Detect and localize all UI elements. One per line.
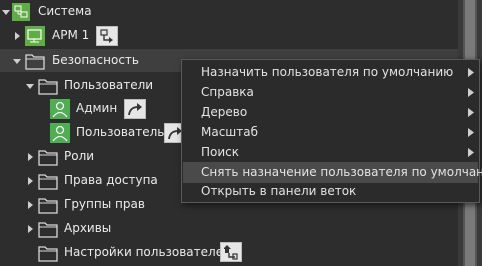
collapsed-triangle-icon[interactable]: [26, 225, 34, 233]
network-icon: [11, 2, 31, 22]
collapsed-triangle-icon[interactable]: [26, 177, 34, 185]
menu-item-assign-default-user[interactable]: Назначить пользователя по умолчанию: [183, 62, 478, 83]
tree-label-system: Система: [38, 4, 92, 18]
menu-item-label: Поиск: [201, 145, 240, 159]
user-icon: [50, 123, 70, 143]
menu-item-search[interactable]: Поиск: [183, 142, 478, 163]
menu-item-scale[interactable]: Масштаб: [183, 122, 478, 143]
user-icon: [50, 99, 70, 119]
folder-icon: [38, 76, 58, 96]
folder-icon: [25, 51, 45, 71]
menu-item-help[interactable]: Справка: [183, 82, 478, 103]
user-settings-action-button[interactable]: [220, 242, 242, 262]
arm-action-button[interactable]: [96, 26, 118, 46]
folder-icon: [38, 171, 58, 191]
arrow-link-icon: [128, 103, 142, 116]
computer-icon: [25, 26, 45, 46]
expanded-triangle-icon[interactable]: [26, 82, 34, 90]
chevron-right-icon: [468, 88, 474, 97]
arrow-link-icon: [100, 29, 113, 43]
tree-label-rights-groups: Группы прав: [64, 197, 145, 211]
chevron-right-icon: [468, 108, 474, 117]
menu-item-label: Открыть в панели веток: [201, 184, 357, 198]
folder-icon: [38, 147, 58, 167]
menu-item-label: Назначить пользователя по умолчанию: [201, 65, 454, 79]
arrow-link-icon: [224, 245, 238, 260]
collapsed-triangle-icon[interactable]: [26, 153, 34, 161]
menu-item-open-in-branch-panel[interactable]: Открыть в панели веток: [183, 181, 478, 202]
collapsed-triangle-icon[interactable]: [13, 32, 21, 40]
collapsed-triangle-icon[interactable]: [26, 201, 34, 209]
admin-action-button[interactable]: [124, 99, 146, 119]
context-menu: Назначить пользователя по умолчанию Спра…: [181, 59, 482, 203]
expanded-triangle-icon[interactable]: [2, 8, 10, 16]
chevron-right-icon: [468, 148, 474, 157]
menu-item-label: Справка: [201, 85, 254, 99]
chevron-right-icon: [468, 128, 474, 137]
menu-item-tree[interactable]: Дерево: [183, 102, 478, 123]
chevron-right-icon: [468, 68, 474, 77]
folder-icon: [38, 219, 58, 239]
tree-label-users: Пользователи: [64, 78, 154, 92]
tree-label-roles: Роли: [64, 149, 95, 163]
tree-label-user: Пользователь: [76, 125, 165, 139]
tree-label-arm: АРМ 1: [52, 28, 90, 42]
folder-icon: [38, 243, 58, 263]
tree-label-archives: Архивы: [64, 221, 112, 235]
expanded-triangle-icon[interactable]: [13, 57, 21, 65]
tree-label-access-rights: Права доступа: [64, 173, 158, 187]
menu-item-unassign-default-user[interactable]: Снять назначение пользователя по умолчан…: [183, 162, 482, 183]
tree-label-user-settings: Настройки пользователей: [64, 245, 231, 259]
tree-label-security: Безопасность: [52, 53, 139, 67]
menu-item-label: Снять назначение пользователя по умолчан…: [201, 165, 482, 179]
folder-icon: [38, 195, 58, 215]
menu-item-label: Масштаб: [201, 125, 259, 139]
menu-item-label: Дерево: [201, 105, 248, 119]
tree-label-admin: Админ: [76, 101, 118, 115]
